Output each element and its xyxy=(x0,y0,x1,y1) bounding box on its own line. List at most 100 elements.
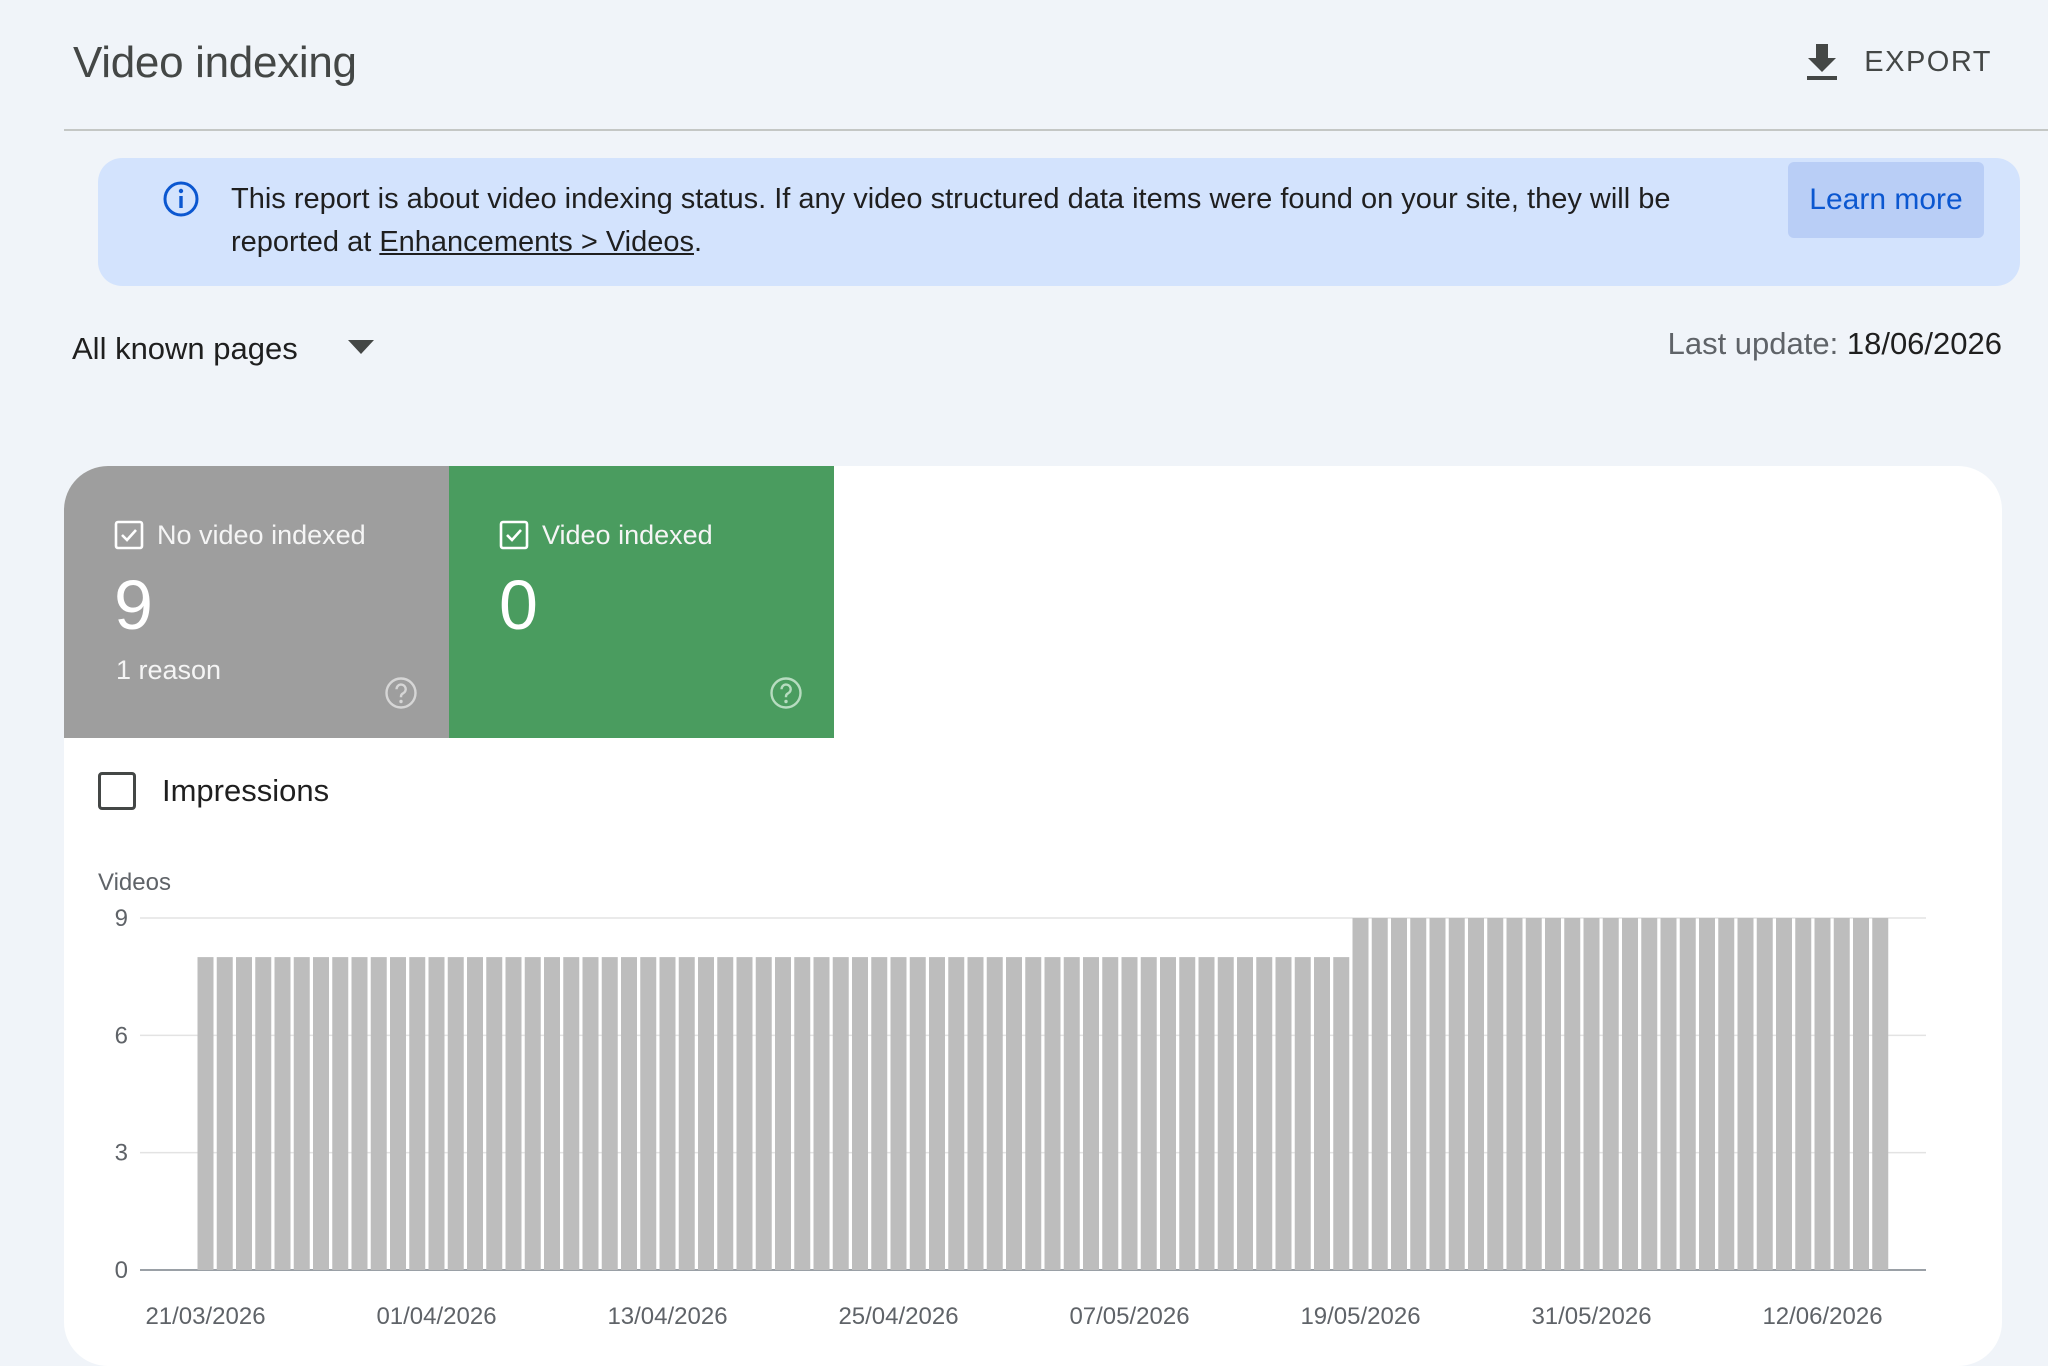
bar xyxy=(1237,957,1253,1270)
export-label: EXPORT xyxy=(1864,45,1992,78)
bar xyxy=(1448,918,1465,1270)
y-axis-label: Videos xyxy=(98,869,171,896)
info-banner: This report is about video indexing stat… xyxy=(98,158,2020,286)
bar xyxy=(1468,918,1484,1270)
bar xyxy=(1641,918,1658,1270)
bar xyxy=(467,957,483,1270)
bar xyxy=(1333,957,1350,1270)
bar xyxy=(1833,918,1850,1270)
bar xyxy=(486,957,503,1270)
learn-more-button[interactable]: Learn more xyxy=(1788,162,1984,238)
bar xyxy=(1487,918,1504,1270)
bar xyxy=(1506,918,1523,1270)
bar xyxy=(601,957,618,1270)
bar xyxy=(1217,957,1234,1270)
bar xyxy=(409,957,426,1270)
bar xyxy=(563,957,580,1270)
x-tick-label: 21/03/2026 xyxy=(145,1303,265,1330)
info-text: This report is about video indexing stat… xyxy=(231,178,1761,264)
bar xyxy=(1737,918,1754,1270)
bar xyxy=(1044,957,1061,1270)
x-tick-label: 31/05/2026 xyxy=(1531,1303,1651,1330)
last-update: Last update: 18/06/2026 xyxy=(1668,326,2002,362)
bar xyxy=(967,957,984,1270)
bar xyxy=(698,957,714,1270)
bar xyxy=(1198,957,1215,1270)
bar xyxy=(717,957,734,1270)
info-text-end: . xyxy=(693,226,703,258)
page-title: Video indexing xyxy=(73,38,357,87)
bar xyxy=(216,957,233,1270)
bar xyxy=(1660,918,1677,1270)
bar xyxy=(313,957,329,1270)
bar xyxy=(1371,918,1388,1270)
bar xyxy=(1102,957,1119,1270)
bar xyxy=(197,957,214,1270)
bar xyxy=(1699,918,1715,1270)
x-tick-label: 01/04/2026 xyxy=(376,1303,496,1330)
bar xyxy=(1121,957,1138,1270)
x-tick-label: 13/04/2026 xyxy=(607,1303,727,1330)
last-update-label: Last update: xyxy=(1667,326,1847,361)
export-button[interactable]: EXPORT xyxy=(1804,36,1992,88)
y-tick-label: 6 xyxy=(115,1022,128,1049)
bar xyxy=(274,957,291,1270)
bar xyxy=(1622,918,1638,1270)
bar xyxy=(1564,918,1581,1270)
bar xyxy=(1314,957,1330,1270)
report-card: No video indexed 9 1 reason Video indexe… xyxy=(64,466,2002,1366)
x-tick-label: 07/05/2026 xyxy=(1069,1303,1189,1330)
bar xyxy=(390,957,406,1270)
bar xyxy=(1583,918,1600,1270)
bar xyxy=(1256,957,1273,1270)
bar xyxy=(986,957,1003,1270)
bar xyxy=(1602,918,1619,1270)
caret-down-icon xyxy=(347,339,374,359)
bar xyxy=(659,957,676,1270)
bar xyxy=(236,957,252,1270)
pages-dropdown[interactable]: All known pages xyxy=(72,326,374,372)
bar xyxy=(582,957,599,1270)
bar xyxy=(1391,918,1407,1270)
bar xyxy=(1352,918,1369,1270)
bar xyxy=(1006,957,1022,1270)
enhancements-videos-link[interactable]: Enhancements > Videos xyxy=(379,226,694,258)
bar xyxy=(1275,957,1292,1270)
bar xyxy=(909,957,926,1270)
bar xyxy=(852,957,868,1270)
bar xyxy=(1853,918,1869,1270)
bar xyxy=(832,957,849,1270)
bar xyxy=(621,957,637,1270)
bar xyxy=(871,957,888,1270)
bar xyxy=(640,957,657,1270)
bar xyxy=(736,957,753,1270)
bar xyxy=(678,957,695,1270)
bar xyxy=(1160,957,1176,1270)
bar xyxy=(524,957,541,1270)
bar xyxy=(1776,918,1792,1270)
bar xyxy=(929,957,945,1270)
pages-dropdown-label: All known pages xyxy=(72,331,298,366)
info-icon xyxy=(162,180,200,223)
bar xyxy=(1795,918,1812,1270)
bar xyxy=(1294,957,1311,1270)
bar xyxy=(794,957,811,1270)
bar xyxy=(948,957,965,1270)
bar xyxy=(890,957,907,1270)
bar xyxy=(1756,918,1773,1270)
bar xyxy=(813,957,830,1270)
bar xyxy=(1545,918,1561,1270)
x-tick-label: 12/06/2026 xyxy=(1762,1303,1882,1330)
bar xyxy=(1410,918,1427,1270)
page-header: Video indexing EXPORT xyxy=(64,0,2048,131)
bar xyxy=(351,957,368,1270)
bar xyxy=(1083,957,1099,1270)
bar xyxy=(293,957,310,1270)
x-tick-label: 19/05/2026 xyxy=(1300,1303,1420,1330)
download-icon xyxy=(1804,42,1840,82)
bar xyxy=(775,957,791,1270)
bar xyxy=(1872,918,1889,1270)
bar xyxy=(255,957,272,1270)
bar xyxy=(1525,918,1542,1270)
bar xyxy=(755,957,772,1270)
